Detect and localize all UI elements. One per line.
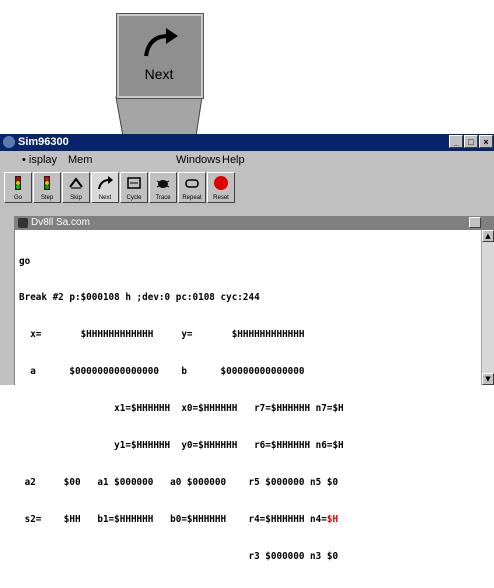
maximize-button[interactable]: □ — [464, 135, 478, 148]
status-line: Break #2 p:$000108 h ;dev:0 pc:0108 cyc:… — [19, 292, 260, 304]
trace-button[interactable]: Trace — [149, 172, 177, 203]
register-line: x1=$HHHHHH x0=$HHHHHH r7=$HHHHHH n7=$H — [19, 403, 344, 415]
callout-label: Next — [144, 66, 174, 82]
cycle-button[interactable]: Cycle — [120, 172, 148, 203]
register-line: r3 $000000 n3 $0 — [19, 550, 339, 562]
traffic-light-red-icon — [44, 176, 50, 190]
skip-icon — [69, 177, 83, 189]
trace-label: Trace — [155, 195, 171, 201]
prompt-line: go — [19, 255, 31, 267]
register-line: a $000000000000000 b $00000000000000 — [19, 366, 305, 378]
cycle-icon — [127, 177, 141, 189]
next-arrow-icon — [98, 176, 113, 190]
reset-button[interactable]: Reset — [207, 172, 235, 203]
skip-button[interactable]: Skip — [62, 172, 90, 203]
debug-window-icon — [18, 218, 28, 228]
step-label: Step — [40, 195, 54, 201]
scroll-up-arrow-icon[interactable]: ▲ — [482, 230, 494, 242]
menu-bar: • isplay Mem Windows Help — [0, 151, 494, 169]
debug-output: go Break #2 p:$000108 h ;dev:0 pc:0108 c… — [19, 231, 344, 588]
title-bar: Sim96300 _ □ × — [0, 134, 494, 151]
bug-icon — [156, 180, 170, 188]
register-text: s2= $HH b1=$HHHHHH b0=$HHHHHH r4=$HHHHHH… — [19, 513, 327, 525]
go-button[interactable]: Go — [4, 172, 32, 203]
toolbar: Go Step Skip Next Cycle Trace Repeat Res… — [2, 172, 332, 205]
menu-help[interactable]: Help — [222, 154, 245, 166]
menu-windows[interactable]: Windows — [176, 154, 221, 166]
repeat-label: Repeat — [182, 195, 202, 201]
debug-window-title: Dv8ll Sa.com — [31, 217, 90, 228]
scroll-down-arrow-icon[interactable]: ▼ — [482, 373, 494, 385]
stop-icon — [214, 176, 228, 190]
vertical-scrollbar[interactable]: ▲ ▼ — [481, 230, 494, 385]
register-line: y1=$HHHHHH y0=$HHHHHH r6=$HHHHHH n6=$H — [19, 440, 344, 452]
repeat-button[interactable]: Repeat — [178, 172, 206, 203]
main-window: Sim96300 _ □ × • isplay Mem Windows Help G… — [0, 134, 494, 562]
repeat-icon — [185, 179, 199, 188]
skip-label: Skip — [70, 195, 82, 201]
debug-title-bar: Dv8ll Sa.com — [15, 216, 494, 230]
go-label: Go — [13, 195, 22, 201]
reset-label: Reset — [213, 195, 229, 201]
register-line: a2 $00 a1 $000000 a0 $000000 r5 $000000 … — [19, 476, 339, 488]
window-title: Sim96300 — [18, 136, 69, 148]
debug-minimize-button[interactable] — [469, 217, 481, 228]
callout-box — [116, 13, 204, 99]
next-button[interactable]: Next — [91, 172, 119, 203]
menu-display[interactable]: • isplay — [22, 154, 57, 166]
register-line: x= $HHHHHHHHHHHH y= $HHHHHHHHHHHH — [19, 329, 305, 341]
traffic-light-green-icon — [15, 176, 21, 190]
cycle-label: Cycle — [126, 195, 142, 201]
minimize-button[interactable]: _ — [449, 135, 463, 148]
menu-mem[interactable]: Mem — [68, 154, 92, 166]
debug-window: Dv8ll Sa.com go Break #2 p:$000108 h ;de… — [14, 216, 494, 562]
step-button[interactable]: Step — [33, 172, 61, 203]
register-line: s2= $HH b1=$HHHHHH b0=$HHHHHH r4=$HHHHHH… — [19, 514, 344, 526]
next-label: Next — [98, 195, 112, 201]
app-icon — [3, 136, 15, 148]
next-arrow-icon — [144, 28, 178, 57]
close-button[interactable]: × — [479, 135, 493, 148]
changed-register-value: $H — [326, 513, 339, 525]
